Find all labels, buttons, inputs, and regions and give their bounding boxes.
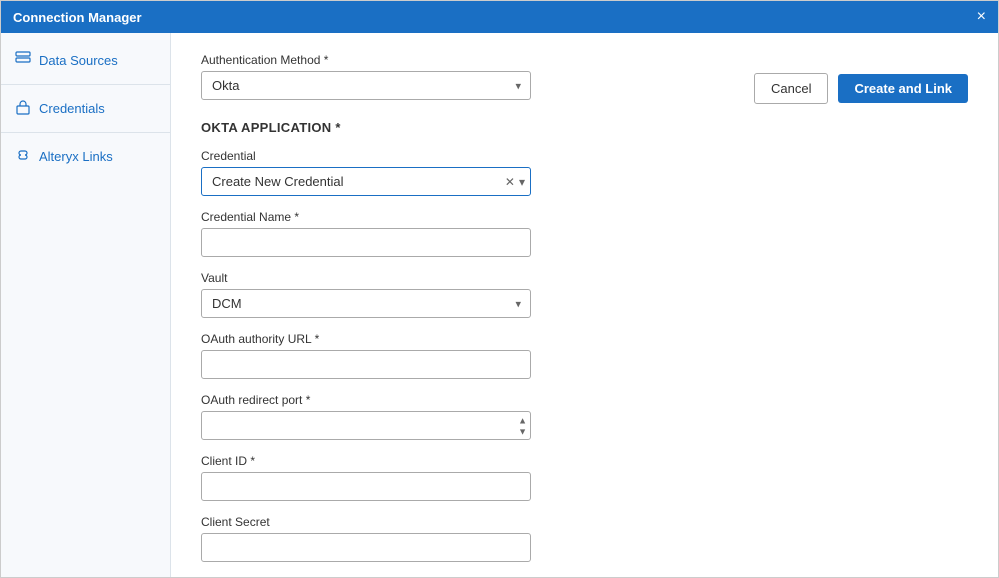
credential-clear-icon[interactable]: ✕: [505, 175, 515, 189]
client-id-label: Client ID *: [201, 454, 968, 468]
okta-application-section: OKTA APPLICATION * Credential ✕ ▾ Creden…: [201, 120, 968, 562]
oauth-redirect-port-wrapper: ▲ ▼: [201, 411, 531, 440]
oauth-authority-input[interactable]: [201, 350, 531, 379]
sidebar-item-alteryx-links-label: Alteryx Links: [39, 149, 113, 164]
oauth-redirect-port-label: OAuth redirect port *: [201, 393, 968, 407]
sidebar-divider-2: [1, 132, 170, 133]
credential-name-group: Credential Name *: [201, 210, 968, 257]
vault-select[interactable]: DCM: [201, 289, 531, 318]
vault-group: Vault DCM ▾: [201, 271, 968, 318]
credential-chevron-icon[interactable]: ▾: [519, 175, 525, 189]
oauth-authority-label: OAuth authority URL *: [201, 332, 968, 346]
okta-tokens-title: OKTA TOKENS *: [201, 576, 968, 577]
spinner-down-icon[interactable]: ▼: [518, 426, 527, 436]
sidebar-divider-1: [1, 84, 170, 85]
okta-application-title: OKTA APPLICATION *: [201, 120, 968, 135]
sidebar-item-credentials[interactable]: Credentials: [1, 89, 170, 128]
connection-manager-window: Connection Manager × Data Sources: [0, 0, 999, 578]
sidebar-item-data-sources[interactable]: Data Sources: [1, 41, 170, 80]
credential-name-label: Credential Name *: [201, 210, 968, 224]
credential-select-wrapper: ✕ ▾: [201, 167, 531, 196]
oauth-redirect-port-input[interactable]: [201, 411, 531, 440]
auth-method-wrapper: Okta ▾: [201, 71, 531, 100]
okta-tokens-section: OKTA TOKENS * Credential ▾: [201, 576, 968, 577]
spinner-up-icon[interactable]: ▲: [518, 415, 527, 425]
auth-method-label: Authentication Method *: [201, 53, 754, 67]
credential-group: Credential ✕ ▾: [201, 149, 968, 196]
data-sources-icon: [15, 51, 31, 70]
oauth-authority-group: OAuth authority URL *: [201, 332, 968, 379]
window-title: Connection Manager: [13, 10, 142, 25]
oauth-redirect-port-spinners: ▲ ▼: [518, 415, 527, 436]
oauth-redirect-port-group: OAuth redirect port * ▲ ▼: [201, 393, 968, 440]
credentials-icon: [15, 99, 31, 118]
client-secret-group: Client Secret: [201, 515, 968, 562]
create-and-link-button[interactable]: Create and Link: [838, 74, 968, 103]
credential-input[interactable]: [201, 167, 531, 196]
title-bar: Connection Manager ×: [1, 1, 998, 33]
auth-method-select[interactable]: Okta: [201, 71, 531, 100]
credential-name-input[interactable]: [201, 228, 531, 257]
vault-select-wrapper: DCM ▾: [201, 289, 531, 318]
vault-label: Vault: [201, 271, 968, 285]
alteryx-links-icon: [15, 147, 31, 166]
client-id-group: Client ID *: [201, 454, 968, 501]
auth-method-section: Authentication Method * Okta ▾: [201, 53, 754, 100]
sidebar-item-credentials-label: Credentials: [39, 101, 105, 116]
cancel-button[interactable]: Cancel: [754, 73, 828, 104]
body: Data Sources Credentials: [1, 33, 998, 577]
credential-label: Credential: [201, 149, 968, 163]
main-content: Authentication Method * Okta ▾ Cancel Cr…: [171, 33, 998, 577]
top-bar: Authentication Method * Okta ▾ Cancel Cr…: [201, 53, 968, 104]
client-secret-label: Client Secret: [201, 515, 968, 529]
action-buttons: Cancel Create and Link: [754, 53, 968, 104]
sidebar-item-alteryx-links[interactable]: Alteryx Links: [1, 137, 170, 176]
sidebar: Data Sources Credentials: [1, 33, 171, 577]
sidebar-item-data-sources-label: Data Sources: [39, 53, 118, 68]
client-secret-input[interactable]: [201, 533, 531, 562]
credential-input-icons: ✕ ▾: [505, 175, 525, 189]
client-id-input[interactable]: [201, 472, 531, 501]
close-button[interactable]: ×: [977, 9, 986, 25]
